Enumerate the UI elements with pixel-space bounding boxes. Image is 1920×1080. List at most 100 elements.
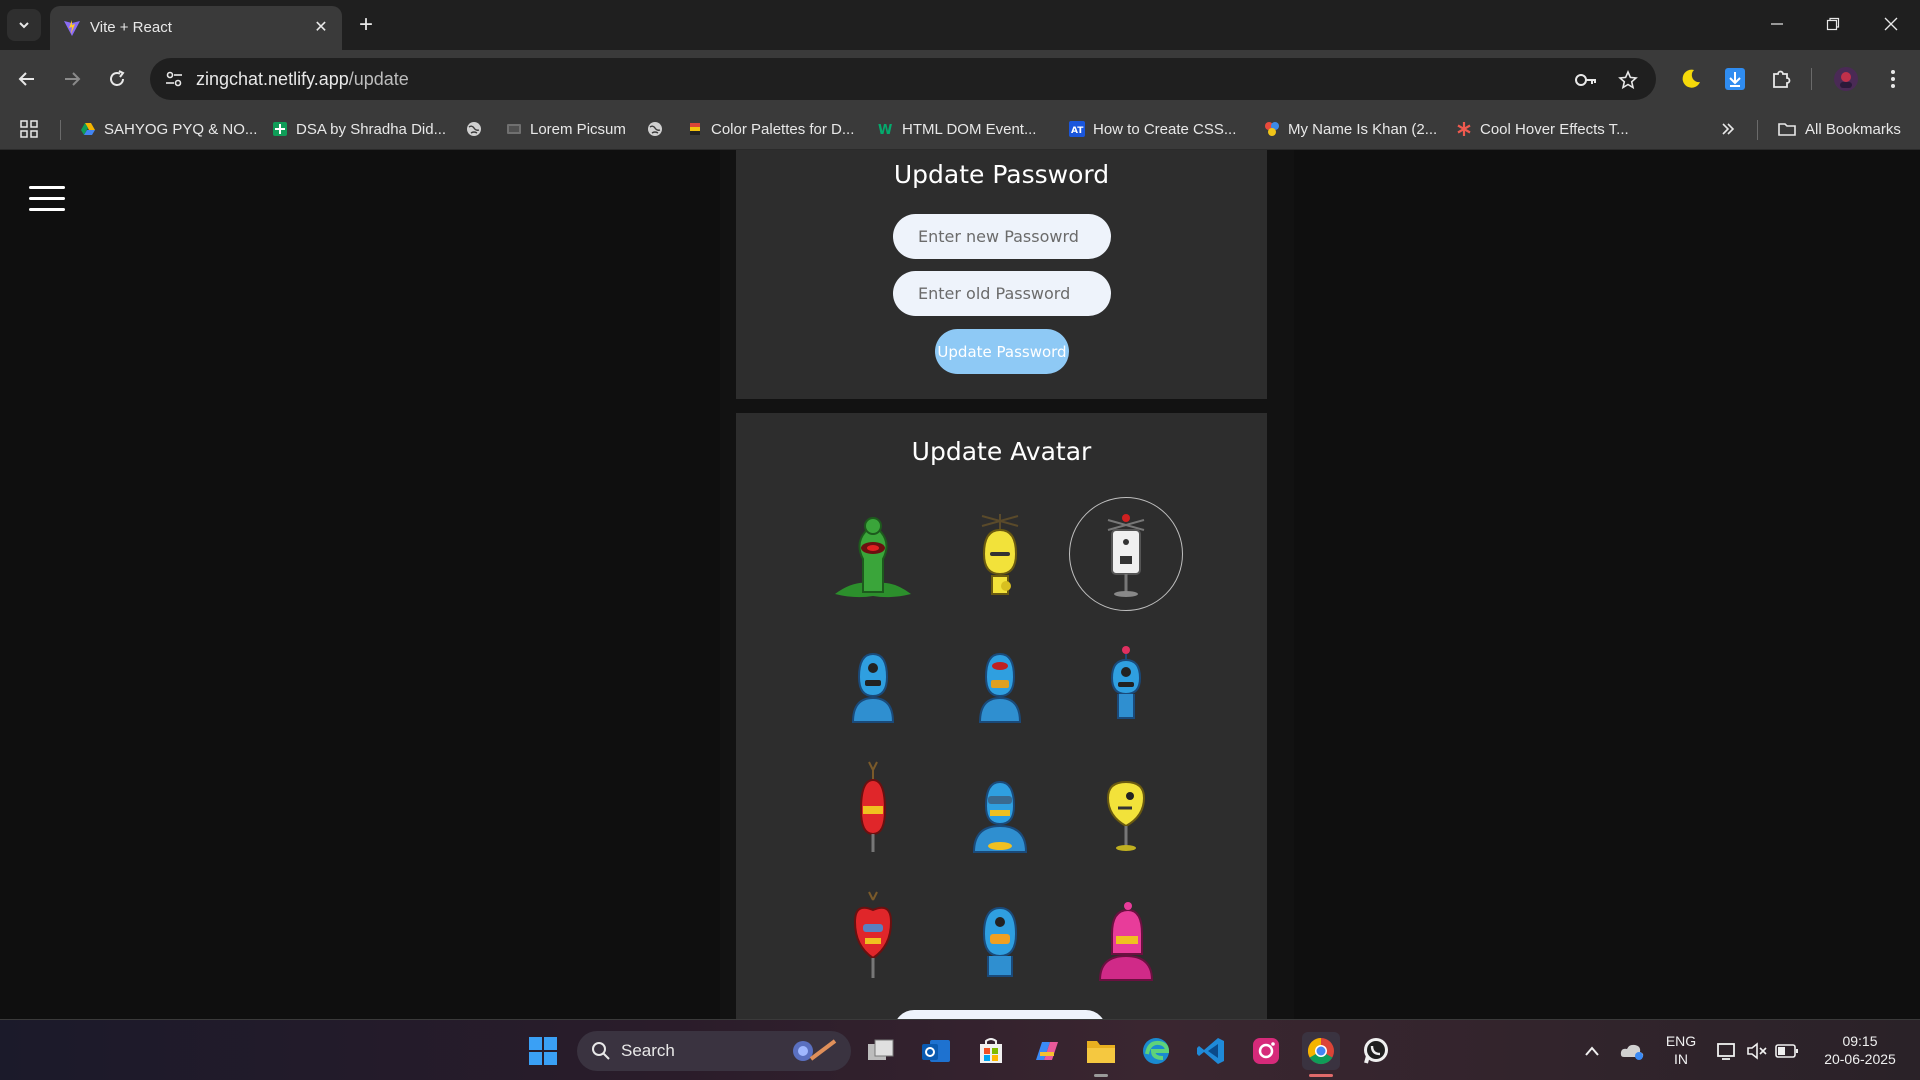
back-button[interactable]	[12, 64, 42, 94]
bookmark-item[interactable]: W HTML DOM Event...	[878, 118, 1036, 140]
avatar-option-yellow-pin[interactable]	[1069, 753, 1183, 867]
reload-button[interactable]	[102, 64, 132, 94]
blue-visor-robot-icon	[972, 780, 1028, 853]
white-box-robot-icon	[1107, 514, 1145, 597]
avatar-option-blue-3[interactable]	[1069, 625, 1183, 739]
running-indicator	[1094, 1074, 1108, 1077]
microsoft-store-icon[interactable]	[972, 1032, 1010, 1070]
tab-strip: Vite + React ✕ +	[0, 0, 1920, 50]
bookmark-item[interactable]: Cool Hover Effects T...	[1456, 118, 1629, 140]
network-icon[interactable]	[1710, 1032, 1744, 1070]
svg-text:AT: AT	[1071, 126, 1084, 136]
bookmark-item[interactable]	[647, 118, 671, 140]
avatar-option-blue-visor[interactable]	[943, 753, 1057, 867]
avatar-option-pink-knight[interactable]	[1069, 881, 1183, 995]
restore-button[interactable]	[1810, 6, 1856, 42]
profile-avatar[interactable]	[1831, 64, 1861, 94]
clock[interactable]: 09:15 20-06-2025	[1810, 1032, 1910, 1068]
edge-icon[interactable]	[1137, 1032, 1175, 1070]
vscode-icon[interactable]	[1192, 1032, 1230, 1070]
menu-kebab-icon[interactable]	[1878, 64, 1908, 94]
download-icon[interactable]	[1720, 64, 1750, 94]
avatar-option-white-box[interactable]	[1069, 497, 1183, 611]
update-avatar-card: Update Avatar	[736, 413, 1267, 1019]
file-explorer-icon[interactable]	[1082, 1032, 1120, 1070]
address-bar[interactable]: zingchat.netlify.app/update	[150, 58, 1656, 100]
chevron-down-icon	[19, 22, 29, 29]
windows-start-icon[interactable]	[524, 1032, 562, 1070]
tab-search-button[interactable]	[7, 9, 41, 41]
bookmark-star-icon[interactable]	[1616, 68, 1640, 92]
site-settings-icon[interactable]	[164, 69, 184, 89]
taskbar-search-box[interactable]: Search	[577, 1031, 851, 1071]
tab-title: Vite + React	[90, 19, 172, 36]
pink-knight-robot-icon	[1098, 902, 1154, 981]
red-heart-robot-icon	[853, 891, 893, 978]
volume-muted-icon[interactable]	[1740, 1032, 1774, 1070]
globe-icon	[648, 122, 662, 136]
update-password-button[interactable]: Update Password	[935, 329, 1069, 374]
search-highlight-icon	[793, 1039, 837, 1061]
battery-icon[interactable]	[1770, 1032, 1804, 1070]
toolbar-divider	[1811, 68, 1812, 90]
bookmark-item[interactable]: My Name Is Khan (2...	[1264, 118, 1437, 140]
whatsapp-icon[interactable]	[1357, 1032, 1395, 1070]
bookmark-item[interactable]	[466, 118, 490, 140]
asterisk-icon	[1457, 122, 1471, 136]
avatar-option-blue-1[interactable]	[816, 625, 930, 739]
palette-icon	[690, 123, 700, 135]
bookmarks-divider	[60, 120, 61, 140]
css-icon: AT	[1069, 121, 1085, 137]
avatar-option-yellow-propeller[interactable]	[943, 497, 1057, 611]
minimize-button[interactable]	[1754, 6, 1800, 42]
forward-button[interactable]	[57, 64, 87, 94]
dark-mode-moon-icon[interactable]	[1676, 64, 1706, 94]
chrome-icon[interactable]	[1302, 1032, 1340, 1070]
active-app-indicator	[1309, 1074, 1333, 1077]
language-indicator[interactable]: ENG IN	[1656, 1032, 1706, 1068]
avatar-option-red-antenna[interactable]	[816, 753, 930, 867]
avatar-option-green-alien[interactable]	[816, 497, 930, 611]
bookmark-item[interactable]: AT How to Create CSS...	[1069, 118, 1236, 140]
extensions-puzzle-icon[interactable]	[1766, 64, 1796, 94]
avatar-option-blue-grin[interactable]	[943, 881, 1057, 995]
close-window-button[interactable]	[1868, 6, 1914, 42]
old-password-input[interactable]	[893, 271, 1111, 316]
avatar-option-red-heart[interactable]	[816, 881, 930, 995]
svg-text:W: W	[878, 123, 892, 137]
all-bookmarks-folder[interactable]: All Bookmarks	[1777, 118, 1901, 140]
bookmark-item[interactable]: DSA by Shradha Did...	[272, 118, 446, 140]
movie-icon	[1265, 122, 1279, 136]
picsum-icon	[507, 124, 521, 134]
new-tab-button[interactable]: +	[352, 11, 380, 39]
folder-icon	[1778, 123, 1796, 136]
tray-overflow-chevron-icon[interactable]	[1574, 1032, 1610, 1070]
onedrive-icon[interactable]	[1614, 1032, 1650, 1070]
update-password-title: Update Password	[893, 160, 1110, 189]
more-bookmarks-chevron-icon[interactable]	[1720, 118, 1736, 140]
green-alien-robot-icon	[835, 517, 911, 598]
close-tab-icon[interactable]: ✕	[310, 16, 332, 38]
password-key-icon[interactable]	[1574, 68, 1598, 92]
windows-taskbar: Search ENG IN 09:15 20-06-2025	[0, 1019, 1920, 1080]
new-password-input[interactable]	[893, 214, 1111, 259]
task-view-icon[interactable]	[862, 1032, 900, 1070]
bookmark-item[interactable]: Color Palettes for D...	[687, 118, 854, 140]
update-avatar-title: Update Avatar	[911, 437, 1092, 466]
bookmark-item[interactable]: SAHYOG PYQ & NO...	[80, 118, 257, 140]
vite-logo-icon	[64, 20, 80, 36]
avatar-option-blue-2[interactable]	[943, 625, 1057, 739]
reload-icon	[110, 70, 125, 86]
update-avatar-button[interactable]	[894, 1010, 1106, 1019]
active-tab[interactable]: Vite + React ✕	[50, 6, 342, 50]
close-icon	[1884, 17, 1898, 31]
bookmark-item[interactable]: Lorem Picsum	[506, 118, 626, 140]
outlook-icon[interactable]	[917, 1032, 955, 1070]
instagram-icon[interactable]	[1247, 1032, 1285, 1070]
browser-toolbar: zingchat.netlify.app/update	[0, 50, 1920, 108]
hamburger-menu-icon[interactable]	[29, 186, 65, 212]
copilot-icon[interactable]	[1027, 1032, 1065, 1070]
arrow-left-icon	[18, 72, 34, 86]
url-text: zingchat.netlify.app/update	[196, 69, 409, 89]
apps-grid-icon[interactable]	[20, 118, 38, 140]
